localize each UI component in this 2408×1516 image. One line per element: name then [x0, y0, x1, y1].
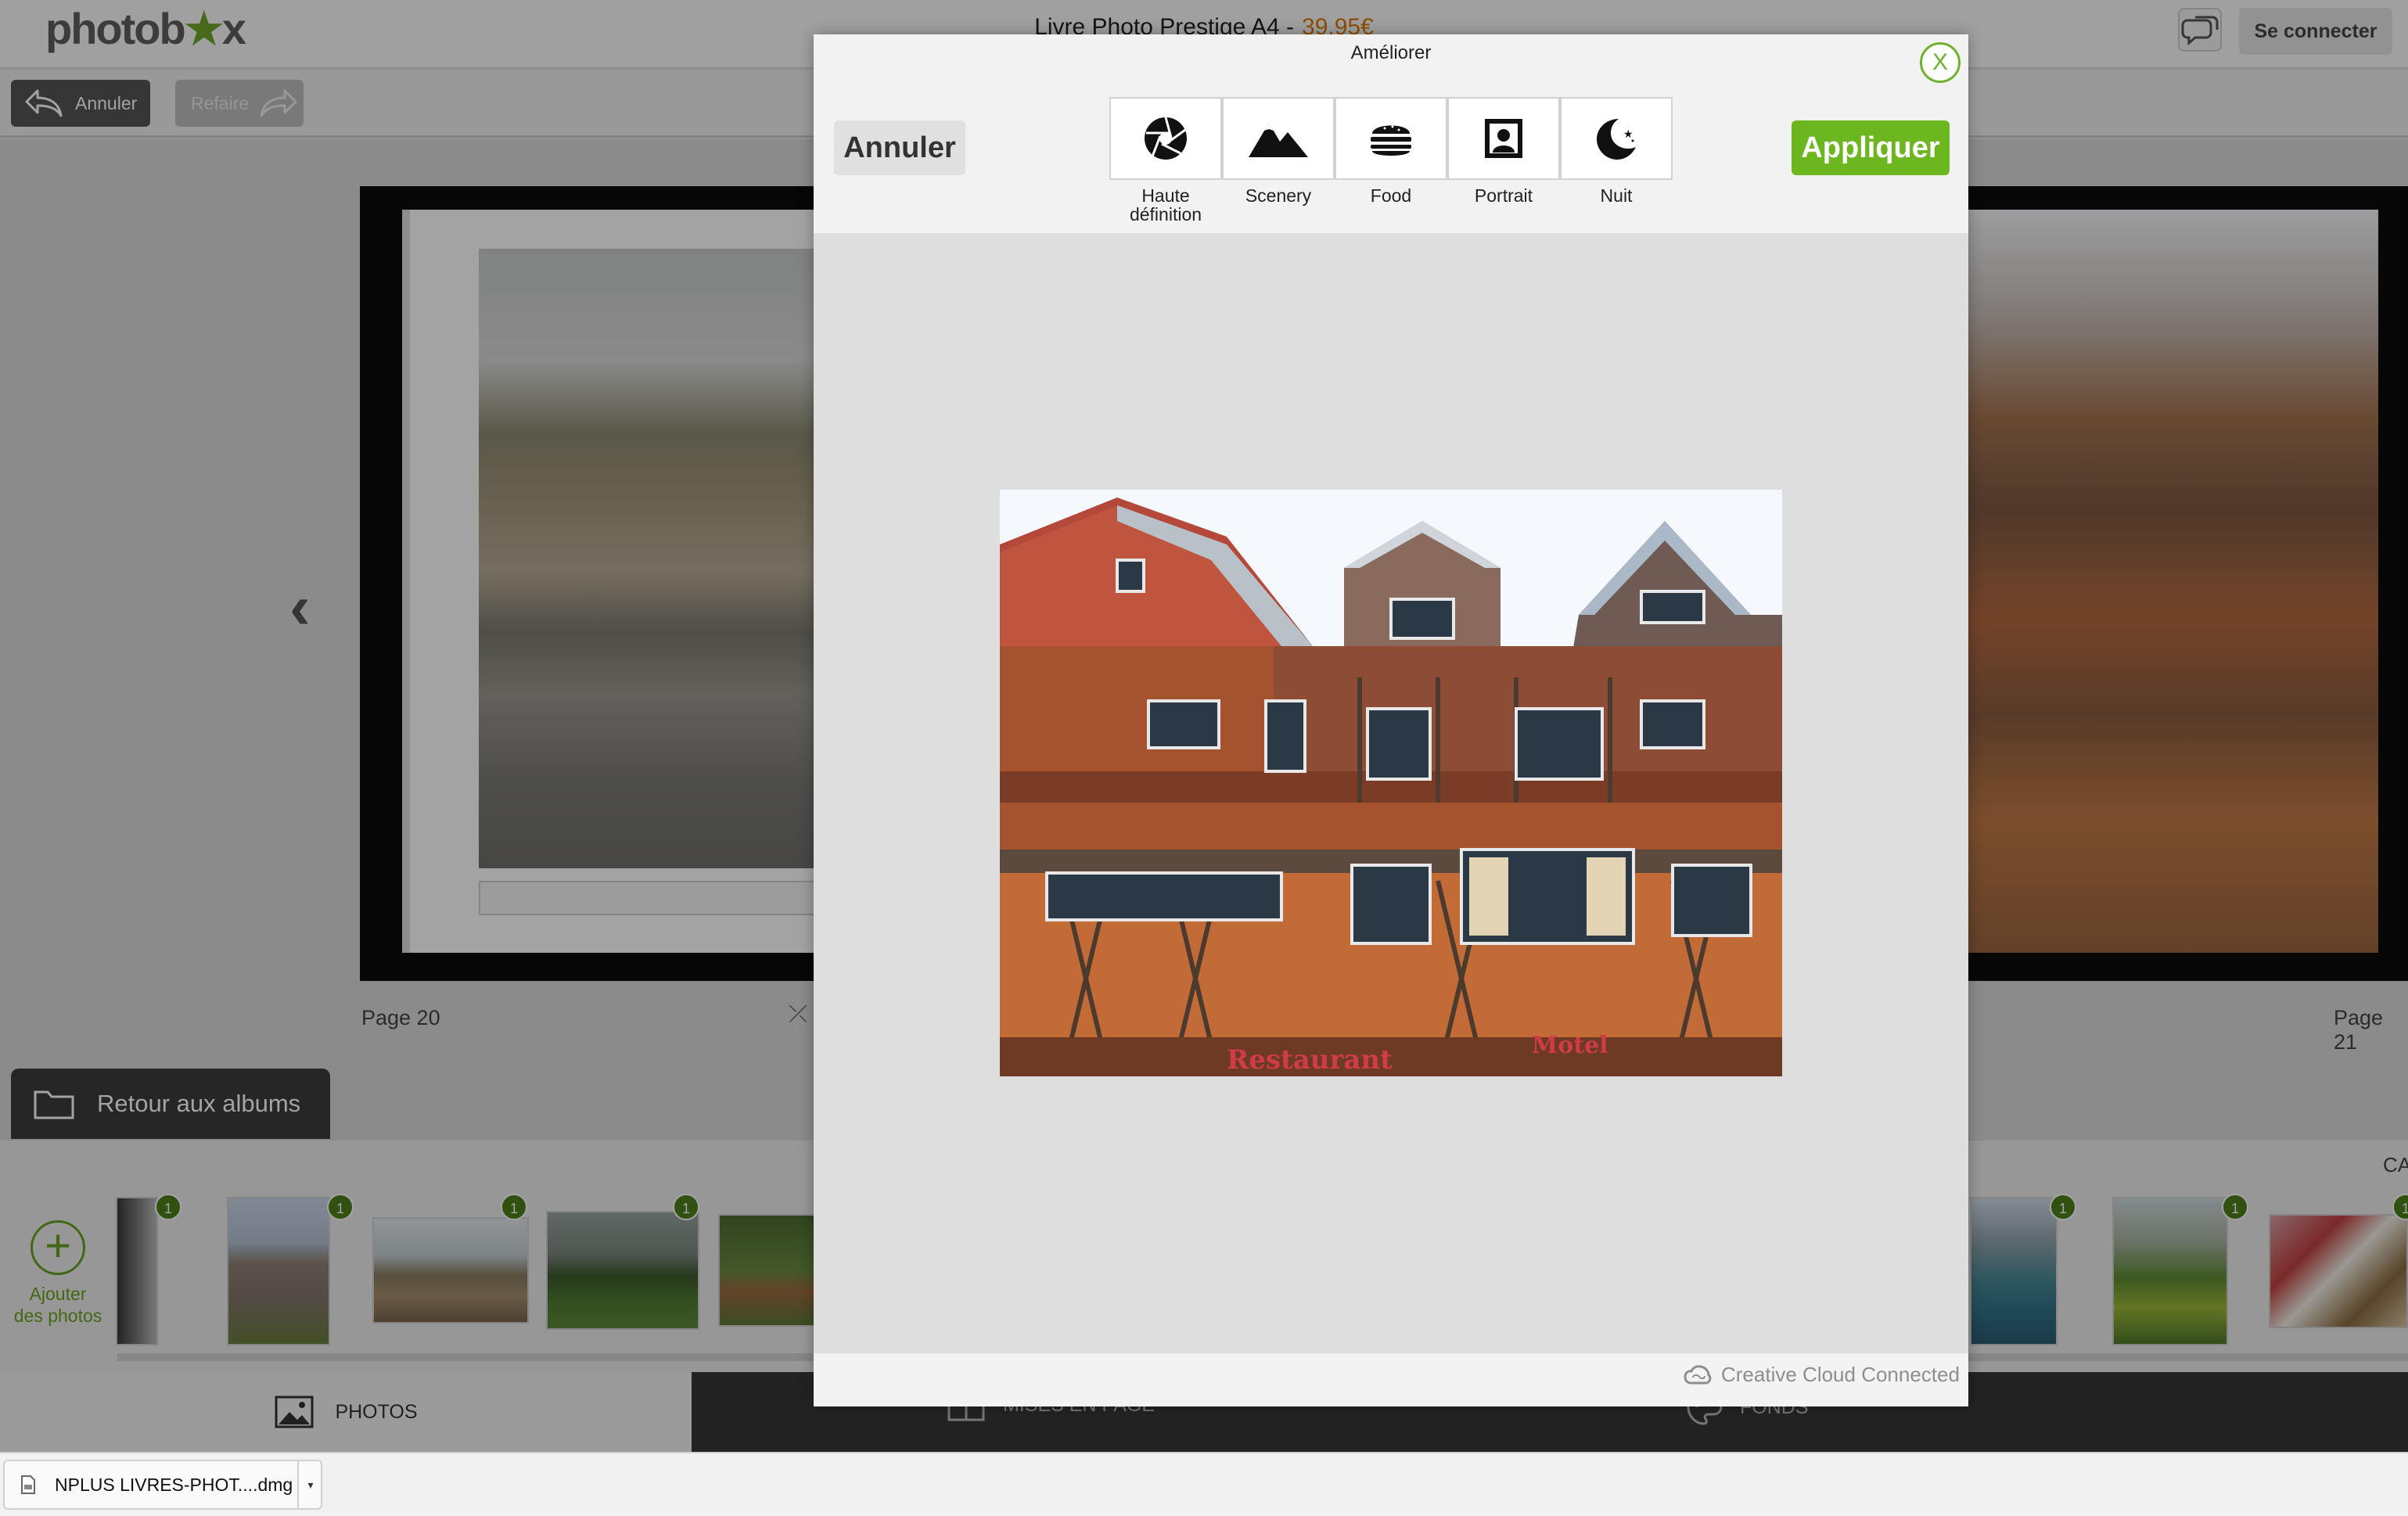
preset-portrait-label: Portrait [1474, 185, 1533, 206]
portrait-icon [1485, 119, 1522, 158]
browser-download-bar [0, 1452, 2408, 1516]
preset-scenery-button[interactable] [1222, 97, 1335, 180]
timber-facade-photo: Restaurant Motel [1000, 490, 1782, 1076]
apply-button[interactable]: Appliquer [1792, 120, 1950, 175]
download-item[interactable]: NPLUS LIVRES-PHOT....dmg [3, 1460, 322, 1510]
cancel-button[interactable]: Annuler [834, 120, 965, 175]
preset-food-button[interactable] [1335, 97, 1447, 180]
creative-cloud-icon [1684, 1364, 1712, 1384]
moon-icon: ★ [1597, 119, 1636, 160]
download-options-chevron-icon[interactable]: ▾ [297, 1460, 322, 1510]
file-icon [21, 1475, 35, 1494]
preset-scenery-label: Scenery [1245, 185, 1312, 206]
download-file-name: NPLUS LIVRES-PHOT....dmg [55, 1474, 293, 1495]
creative-cloud-label: Creative Cloud Connected [1721, 1363, 1960, 1386]
preset-hd-label: Haute définition [1129, 185, 1202, 225]
creative-cloud-badge: Creative Cloud Connected [1684, 1363, 1960, 1387]
mountain-icon [1249, 123, 1308, 157]
svg-text:★: ★ [1623, 128, 1633, 141]
preset-night-label: Nuit [1600, 185, 1633, 206]
dialog-title: Améliorer [1350, 42, 1432, 63]
restaurant-sign: Restaurant [1227, 1044, 1393, 1076]
close-button[interactable]: X [1920, 42, 1961, 83]
motel-sign: Motel [1532, 1032, 1608, 1059]
preset-hd-button[interactable] [1109, 97, 1222, 180]
photo-preview: Restaurant Motel [1000, 490, 1782, 1076]
preset-night-button[interactable]: ★ [1560, 97, 1673, 180]
preset-portrait-button[interactable] [1447, 97, 1560, 180]
aperture-icon [1145, 117, 1187, 160]
burger-icon [1371, 125, 1411, 156]
preset-food-label: Food [1370, 185, 1412, 206]
